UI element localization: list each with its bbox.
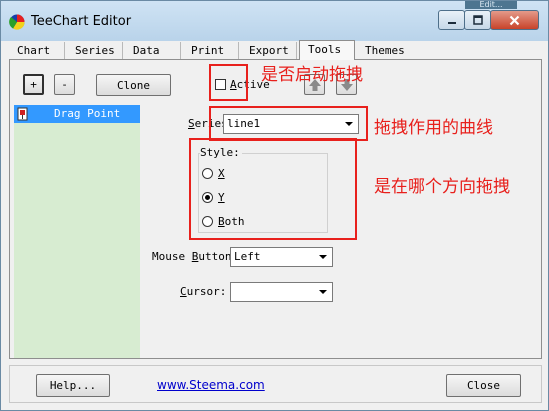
tools-list[interactable]: Drag Point bbox=[14, 105, 140, 358]
close-button[interactable]: Close bbox=[446, 374, 521, 397]
annotation-drag-series: 拖拽作用的曲线 bbox=[374, 118, 493, 138]
editor-tabs: Chart Series Data Print Export Tools The… bbox=[9, 40, 542, 60]
minimize-icon bbox=[447, 22, 456, 24]
teechart-editor-window: TeeChart Editor Edit... Chart Series Dat… bbox=[0, 0, 549, 411]
cursor-select[interactable] bbox=[230, 282, 333, 302]
cursor-label: Cursor: bbox=[180, 285, 227, 298]
annotation-enable-drag: 是否启动拖拽 bbox=[261, 65, 363, 85]
tab-data[interactable]: Data bbox=[125, 42, 181, 59]
annotation-box-series bbox=[209, 106, 368, 141]
mouse-button-select-value: Left bbox=[234, 250, 261, 263]
help-button[interactable]: Help... bbox=[36, 374, 110, 397]
tab-chart[interactable]: Chart bbox=[9, 42, 65, 59]
mouse-button-label: Mouse Button: bbox=[152, 250, 239, 263]
tab-series[interactable]: Series bbox=[67, 42, 123, 59]
annotation-box-style bbox=[189, 138, 357, 240]
tab-themes[interactable]: Themes bbox=[357, 42, 417, 59]
tab-tools[interactable]: Tools bbox=[299, 40, 355, 60]
chevron-down-icon bbox=[316, 285, 330, 299]
window-controls bbox=[438, 10, 541, 32]
remove-tool-button[interactable]: - bbox=[54, 74, 75, 95]
maximize-icon bbox=[472, 15, 483, 25]
tab-print[interactable]: Print bbox=[183, 42, 239, 59]
window-title: TeeChart Editor bbox=[31, 14, 132, 29]
add-tool-button[interactable]: + bbox=[23, 74, 44, 95]
annotation-drag-direction: 是在哪个方向拖拽 bbox=[374, 177, 510, 197]
drag-point-icon bbox=[17, 107, 28, 121]
minimize-button[interactable] bbox=[438, 10, 465, 30]
title-bar[interactable]: TeeChart Editor Edit... bbox=[1, 1, 548, 41]
tab-export[interactable]: Export bbox=[241, 42, 297, 59]
close-window-button[interactable] bbox=[490, 10, 539, 30]
steema-website-link[interactable]: www.Steema.com bbox=[157, 378, 265, 392]
teechart-app-icon bbox=[9, 14, 25, 30]
close-icon bbox=[509, 15, 520, 25]
mouse-button-select[interactable]: Left bbox=[230, 247, 333, 267]
chevron-down-icon bbox=[316, 250, 330, 264]
clone-tool-button[interactable]: Clone bbox=[96, 74, 171, 96]
maximize-button[interactable] bbox=[464, 10, 491, 30]
tool-list-item-drag-point[interactable]: Drag Point bbox=[14, 105, 140, 123]
tool-list-item-label: Drag Point bbox=[54, 107, 121, 120]
annotation-box-active bbox=[209, 64, 248, 101]
background-window-peek: Edit... bbox=[465, 1, 517, 9]
